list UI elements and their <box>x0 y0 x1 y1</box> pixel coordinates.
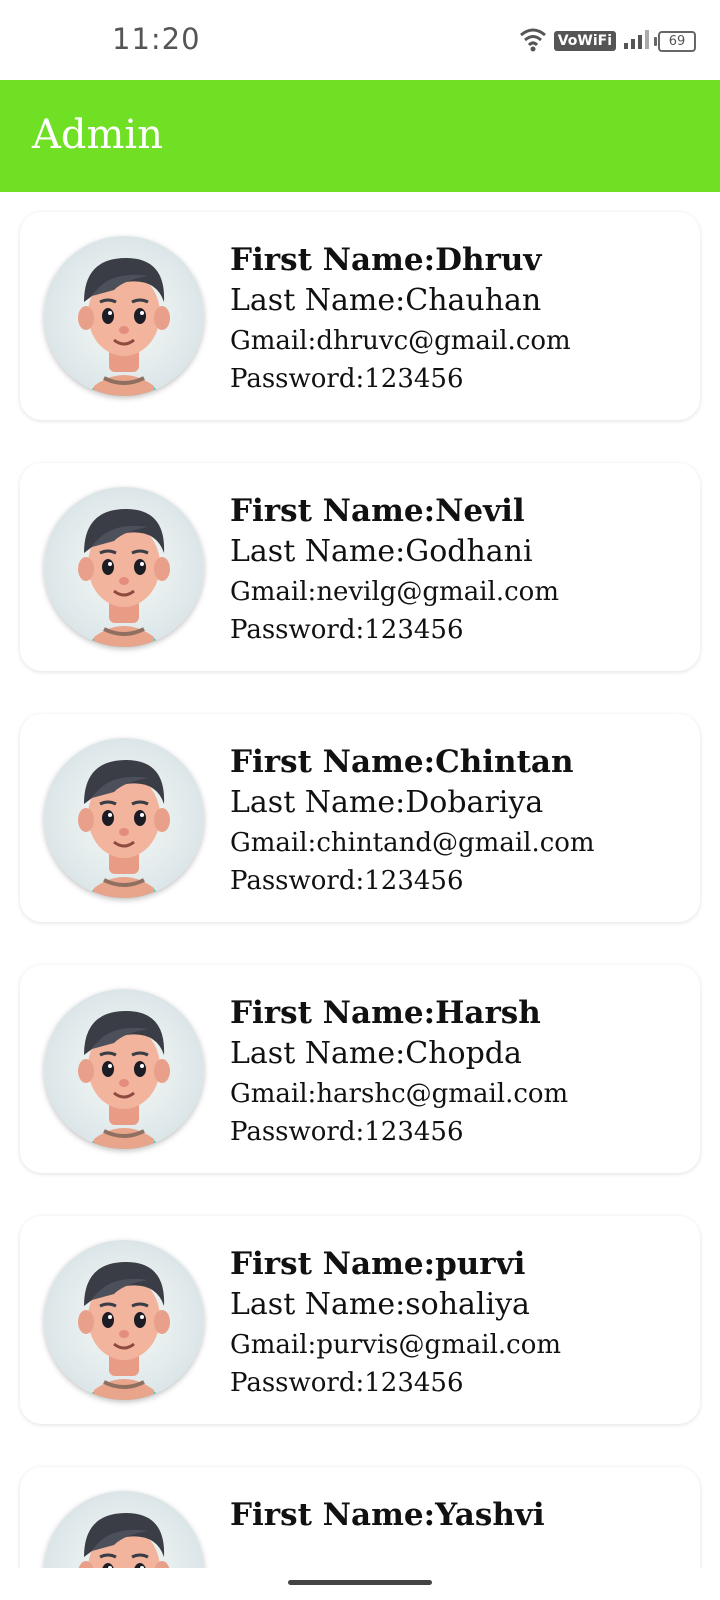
user-info: First Name:Harsh Last Name:Chopda Gmail:ha… <box>230 989 568 1151</box>
user-info: First Name:Dhruv Last Name:Chauhan Gmail:d… <box>230 236 571 398</box>
last-name-text: Last Name:Chopda <box>230 1036 522 1071</box>
gmail-text: Gmail:purvis@gmail.com <box>230 1330 562 1360</box>
first-name-text: First Name:Nevil <box>230 493 525 529</box>
password-text: Password:123456 <box>230 364 464 394</box>
first-name-text: First Name:Harsh <box>230 995 541 1031</box>
user-card[interactable]: First Name:Dhruv Last Name:Chauhan Gmail:d… <box>20 212 700 420</box>
status-bar: 11:20 VoWiFi 69 <box>0 0 720 80</box>
user-info: First Name:Yashvi <box>230 1491 545 1535</box>
user-info: First Name:purvi Last Name:sohaliya Gmail:… <box>230 1240 561 1402</box>
avatar <box>44 989 204 1149</box>
user-card[interactable]: First Name:purvi Last Name:sohaliya Gmail:… <box>20 1216 700 1424</box>
status-time: 11:20 <box>112 22 201 56</box>
gmail-text: Gmail:dhruvc@gmail.com <box>230 326 571 356</box>
status-icons: VoWiFi 69 <box>518 26 696 56</box>
navigation-bar <box>0 1568 720 1600</box>
last-name-text: Last Name:Chauhan <box>230 283 542 318</box>
avatar <box>44 236 204 396</box>
avatar <box>44 1240 204 1400</box>
user-list[interactable]: First Name:Dhruv Last Name:Chauhan Gmail:d… <box>0 192 720 1568</box>
wifi-icon <box>518 25 548 57</box>
app-bar: Admin <box>0 80 720 192</box>
password-text: Password:123456 <box>230 1117 464 1147</box>
user-card[interactable]: First Name:Nevil Last Name:Godhani Gmail:n… <box>20 463 700 671</box>
home-gesture-handle[interactable] <box>288 1580 432 1585</box>
first-name-text: First Name:purvi <box>230 1246 526 1282</box>
user-card[interactable]: First Name:Harsh Last Name:Chopda Gmail:ha… <box>20 965 700 1173</box>
password-text: Password:123456 <box>230 866 464 896</box>
first-name-text: First Name:Chintan <box>230 744 574 780</box>
avatar <box>44 738 204 898</box>
avatar <box>44 1491 204 1568</box>
last-name-text: Last Name:Godhani <box>230 534 533 569</box>
password-text: Password:123456 <box>230 1368 464 1398</box>
user-card[interactable]: First Name:Yashvi <box>20 1467 700 1568</box>
signal-icon <box>622 27 652 55</box>
gmail-text: Gmail:harshc@gmail.com <box>230 1079 569 1109</box>
vowifi-badge: VoWiFi <box>553 31 616 51</box>
gmail-text: Gmail:nevilg@gmail.com <box>230 577 559 607</box>
user-info: First Name:Nevil Last Name:Godhani Gmail:n… <box>230 487 559 649</box>
first-name-text: First Name:Yashvi <box>230 1497 545 1533</box>
first-name-text: First Name:Dhruv <box>230 242 542 278</box>
avatar <box>44 487 204 647</box>
battery-icon: 69 <box>654 30 696 52</box>
password-text: Password:123456 <box>230 615 464 645</box>
last-name-text: Last Name:Dobariya <box>230 785 544 820</box>
last-name-text: Last Name:sohaliya <box>230 1287 530 1322</box>
user-info: First Name:Chintan Last Name:Dobariya Gmai… <box>230 738 595 900</box>
user-card[interactable]: First Name:Chintan Last Name:Dobariya Gmai… <box>20 714 700 922</box>
gmail-text: Gmail:chintand@gmail.com <box>230 828 595 858</box>
page-title: Admin <box>32 112 163 158</box>
